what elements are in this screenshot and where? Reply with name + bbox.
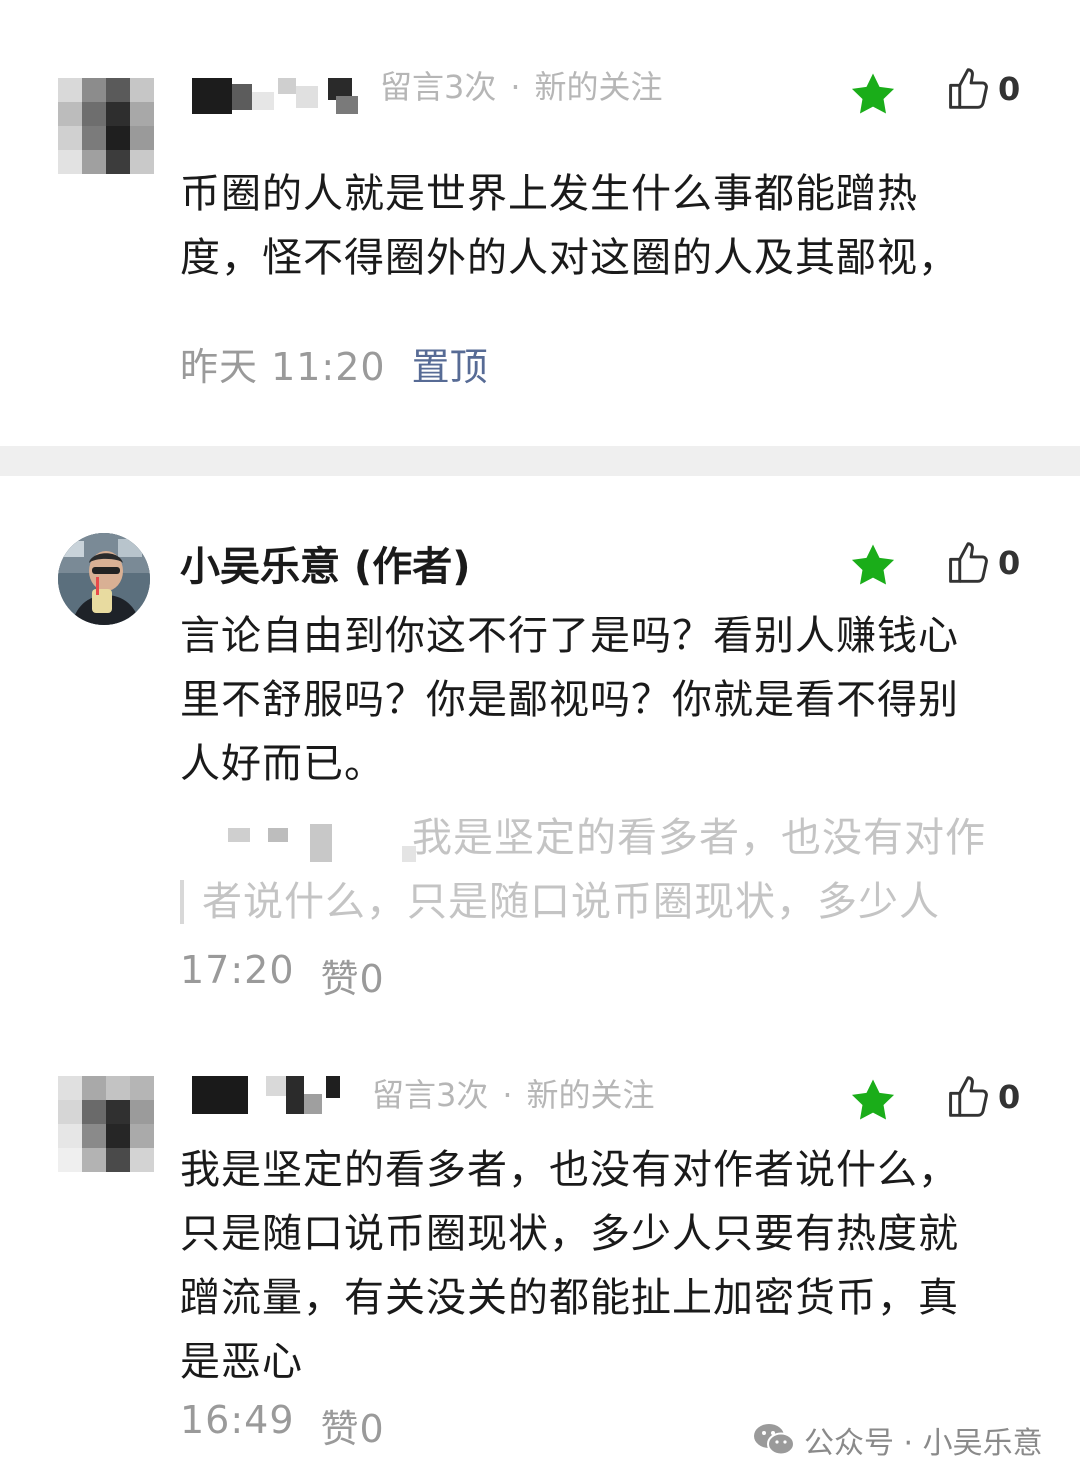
meta-separator: · <box>510 68 521 106</box>
meta-separator: · <box>502 1076 513 1114</box>
author-name[interactable]: 小吴乐意 (作者) <box>180 534 471 592</box>
star-button[interactable] <box>850 1078 896 1122</box>
quote-line: 我是坚定的看多者，也没有对作 <box>412 815 986 861</box>
comment-meta: 留言3次 · 新的关注 <box>372 1070 655 1116</box>
comment-footer: 17:20 赞0 <box>180 948 385 1003</box>
content-line: 蹭流量，有关没关的都能扯上加密货币，真 <box>180 1275 959 1321</box>
content-line: 币圈的人就是世界上发生什么事都能蹭热 <box>180 171 918 217</box>
content-line: 度，怪不得圈外的人对这圈的人及其鄙视， <box>180 235 959 281</box>
comment-content: 币圈的人就是世界上发生什么事都能蹭热 度，怪不得圈外的人对这圈的人及其鄙视， <box>180 162 959 290</box>
content-line: 只是随口说币圈现状，多少人只要有热度就 <box>180 1211 959 1257</box>
thumb-up-icon <box>949 542 988 583</box>
comment-content: 我是坚定的看多者，也没有对作者说什么， 只是随口说币圈现状，多少人只要有热度就 … <box>180 1138 959 1394</box>
thumb-up-icon <box>949 1076 988 1117</box>
author-avatar[interactable] <box>58 533 150 625</box>
like-count: 0 <box>998 544 1021 582</box>
like-text[interactable]: 赞0 <box>321 948 385 1003</box>
pin-button[interactable]: 置顶 <box>412 336 488 391</box>
comment-time: 17:20 <box>180 948 295 992</box>
account-name: 公众号 · 小吴乐意 <box>804 1426 1043 1461</box>
comment-time: 16:49 <box>180 1398 295 1442</box>
comment-meta: 留言3次 · 新的关注 <box>380 62 663 108</box>
section-divider <box>0 446 1080 476</box>
like-count: 0 <box>998 1078 1021 1116</box>
star-icon <box>851 544 895 585</box>
commenter-avatar[interactable] <box>58 78 154 174</box>
content-line: 我是坚定的看多者，也没有对作者说什么， <box>180 1147 959 1193</box>
commenter-name[interactable] <box>192 74 372 116</box>
message-count: 留言3次 <box>380 68 497 106</box>
follow-status: 新的关注 <box>526 1076 655 1114</box>
like-button[interactable]: 0 <box>946 66 1020 112</box>
content-line: 是恶心 <box>180 1339 303 1385</box>
like-count: 0 <box>998 70 1021 108</box>
star-icon <box>851 73 895 114</box>
comment-footer: 昨天 11:20 置顶 <box>180 336 488 391</box>
wechat-icon <box>754 1424 795 1456</box>
account-watermark: 公众号 · 小吴乐意 <box>752 1418 1043 1462</box>
star-icon <box>851 1079 895 1120</box>
like-button[interactable]: 0 <box>946 540 1020 586</box>
quote-bar <box>180 880 184 924</box>
reply-content: 言论自由到你这不行了是吗？看别人赚钱心 里不舒服吗？你是鄙视吗？你就是看不得别 … <box>180 604 959 796</box>
star-button[interactable] <box>850 72 896 116</box>
comment-footer: 16:49 赞0 <box>180 1398 385 1453</box>
thumb-up-icon <box>949 68 988 109</box>
like-text[interactable]: 赞0 <box>321 1398 385 1453</box>
commenter-name[interactable] <box>192 1074 352 1116</box>
content-line: 言论自由到你这不行了是吗？看别人赚钱心 <box>180 613 959 659</box>
message-count: 留言3次 <box>372 1076 489 1114</box>
follow-status: 新的关注 <box>534 68 663 106</box>
commenter-avatar[interactable] <box>58 1076 154 1172</box>
content-line: 人好而已。 <box>180 741 385 787</box>
quoted-comment: 我是坚定的看多者，也没有对作 者说什么，只是随口说币圈现状，多少人 <box>202 806 1002 934</box>
star-button[interactable] <box>850 543 896 587</box>
quote-line: 者说什么，只是随口说币圈现状，多少人 <box>202 879 940 925</box>
content-line: 里不舒服吗？你是鄙视吗？你就是看不得别 <box>180 677 959 723</box>
like-button[interactable]: 0 <box>946 1074 1020 1120</box>
comment-time: 昨天 11:20 <box>180 345 386 389</box>
